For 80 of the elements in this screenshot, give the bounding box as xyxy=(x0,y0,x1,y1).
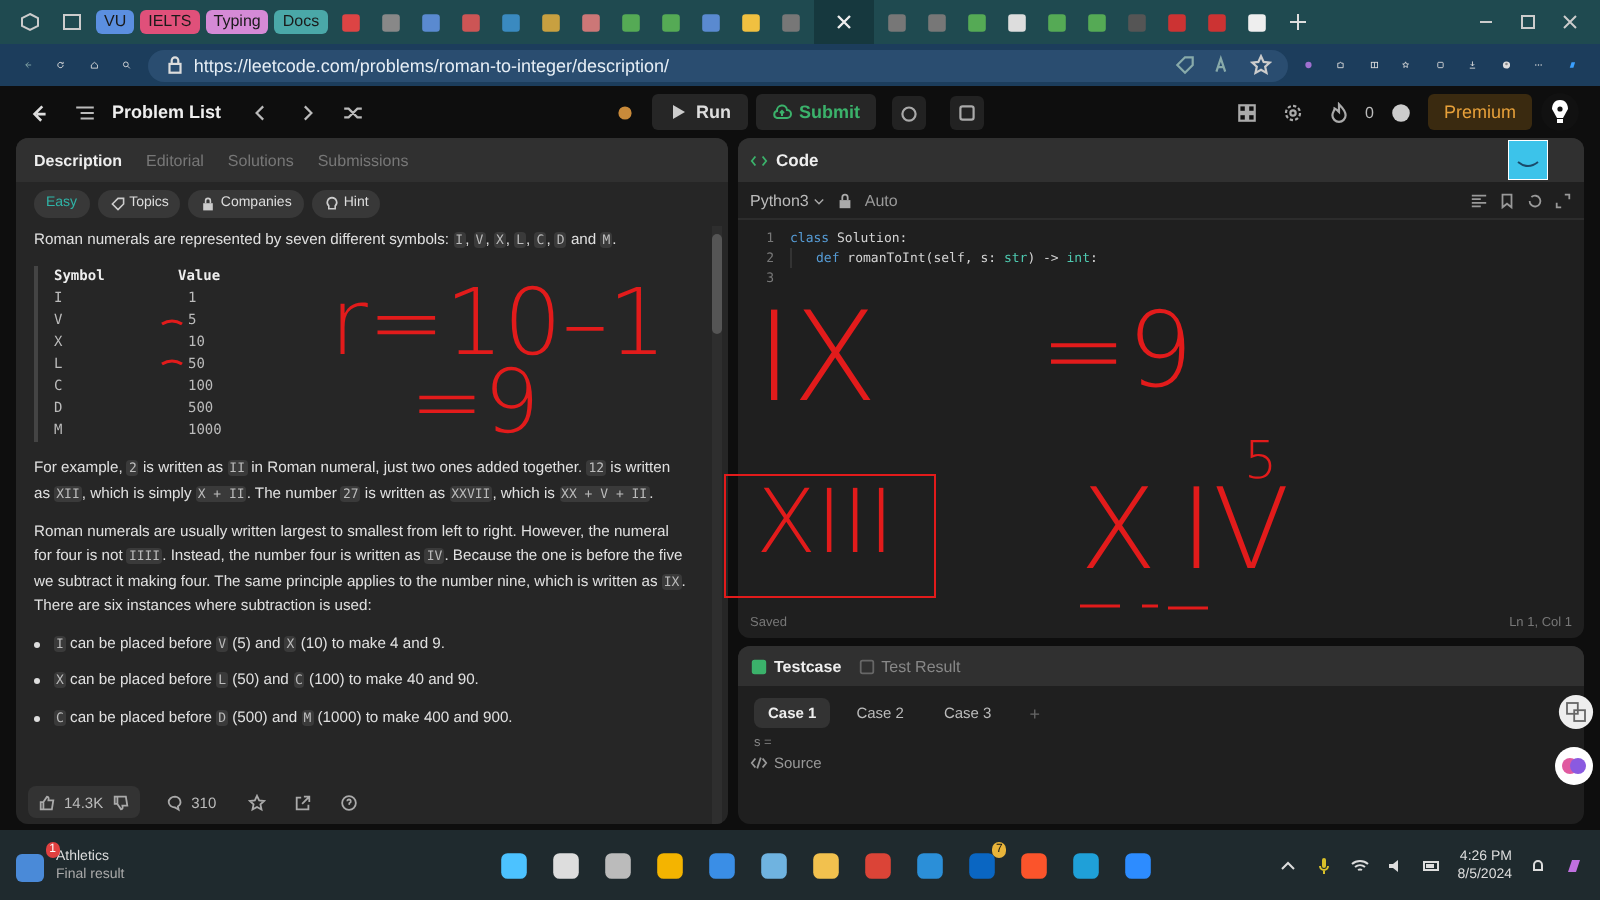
tab-group-label[interactable]: IELTS xyxy=(140,10,200,34)
close-icon[interactable] xyxy=(1560,12,1580,32)
alarm-icon[interactable] xyxy=(892,95,927,129)
tab-favicon-icon[interactable] xyxy=(1045,11,1068,33)
tab-group-label[interactable]: VU xyxy=(96,10,135,34)
list-icon[interactable] xyxy=(74,101,96,123)
notification-bell-icon[interactable] xyxy=(1528,855,1548,875)
tab-favicon-icon[interactable] xyxy=(1245,11,1268,33)
problem-list-link[interactable]: Problem List xyxy=(112,102,222,122)
lock-icon xyxy=(836,191,855,209)
thumbs-up-icon xyxy=(38,793,56,811)
settings-icon[interactable] xyxy=(1281,101,1304,123)
share-icon[interactable] xyxy=(294,793,313,811)
panel-tab[interactable]: Testcase xyxy=(750,657,842,675)
active-tab[interactable] xyxy=(813,0,874,44)
address-field[interactable]: https://leetcode.com/problems/roman-to-integer/description/ xyxy=(147,49,1288,81)
panel-title: Code xyxy=(776,150,819,170)
bullet-dot xyxy=(34,678,40,685)
streak-count: 0 xyxy=(1365,103,1374,121)
bullet-dot xyxy=(34,715,40,722)
tab-group-label[interactable]: Typing xyxy=(205,10,269,34)
new-tab-icon[interactable] xyxy=(1287,12,1308,32)
bookmark-icon[interactable] xyxy=(1498,191,1516,209)
help-icon[interactable] xyxy=(340,793,359,811)
grid-icon[interactable] xyxy=(1235,101,1258,123)
cloud-upload-icon xyxy=(771,102,792,122)
code-icon xyxy=(750,754,768,772)
handwritten-note: XIII xyxy=(756,480,895,568)
brain-icon[interactable] xyxy=(1554,746,1594,786)
microphone-icon[interactable] xyxy=(1313,855,1334,875)
note-icon[interactable] xyxy=(950,95,985,129)
restore-icon[interactable] xyxy=(1518,12,1538,32)
tab-favicon-icon[interactable] xyxy=(619,11,642,33)
translate-icon[interactable] xyxy=(1558,694,1594,730)
scrollbar[interactable] xyxy=(712,226,722,824)
tab-favicon-icon[interactable] xyxy=(1085,11,1108,33)
star-icon[interactable] xyxy=(248,793,267,811)
tab-group-label[interactable]: Docs xyxy=(274,10,328,34)
workspaces-icon[interactable] xyxy=(20,12,40,32)
panel-tab[interactable]: Description xyxy=(28,147,129,173)
avatar-icon[interactable] xyxy=(1390,101,1412,123)
tab-favicon-icon[interactable] xyxy=(659,11,682,33)
run-button[interactable]: Run xyxy=(652,94,748,130)
star-icon[interactable] xyxy=(1249,54,1272,76)
expand-icon[interactable] xyxy=(1554,191,1572,209)
reset-icon[interactable] xyxy=(1526,191,1544,209)
caret-icon xyxy=(812,193,827,207)
copilot-icon[interactable] xyxy=(1564,855,1584,875)
tab-favicon-icon[interactable] xyxy=(965,11,988,33)
handwritten-note: =9 xyxy=(1040,300,1194,404)
mode-label: Auto xyxy=(864,191,898,209)
lock-icon xyxy=(200,195,217,212)
handwritten-note: IX xyxy=(756,296,878,420)
format-icon[interactable] xyxy=(1470,191,1488,209)
tab-favicon-icon[interactable] xyxy=(739,11,762,33)
logo-icon[interactable] xyxy=(28,101,50,123)
battery-icon[interactable] xyxy=(1421,855,1442,875)
language-dropdown[interactable]: Python3 xyxy=(750,191,827,209)
wifi-icon[interactable] xyxy=(1349,855,1370,875)
lightbulb-icon xyxy=(323,195,340,212)
premium-button[interactable]: Premium xyxy=(1428,94,1533,130)
submit-button[interactable]: Submit xyxy=(755,94,877,130)
tab-favicon-icon[interactable] xyxy=(539,11,562,33)
tab-actions-icon[interactable] xyxy=(62,12,82,32)
annotation-toolbar-icon[interactable] xyxy=(1508,140,1548,180)
thumbs-down-icon[interactable] xyxy=(111,793,130,811)
bullet-dot xyxy=(34,641,40,648)
code-icon xyxy=(750,151,768,169)
panel-tab[interactable]: Test Result xyxy=(857,657,961,675)
comment-icon xyxy=(165,793,184,811)
handwritten-note: X xyxy=(1080,476,1157,588)
lock-icon xyxy=(163,54,186,76)
checkbox-icon xyxy=(857,657,876,675)
tag-icon[interactable] xyxy=(1173,54,1196,76)
tag-icon xyxy=(109,195,126,212)
checkbox-icon xyxy=(750,657,768,675)
tab-favicon-icon[interactable] xyxy=(1005,11,1028,33)
play-icon xyxy=(668,102,689,122)
flame-icon xyxy=(1327,101,1350,123)
ink-underline-drawing xyxy=(1080,602,1212,610)
